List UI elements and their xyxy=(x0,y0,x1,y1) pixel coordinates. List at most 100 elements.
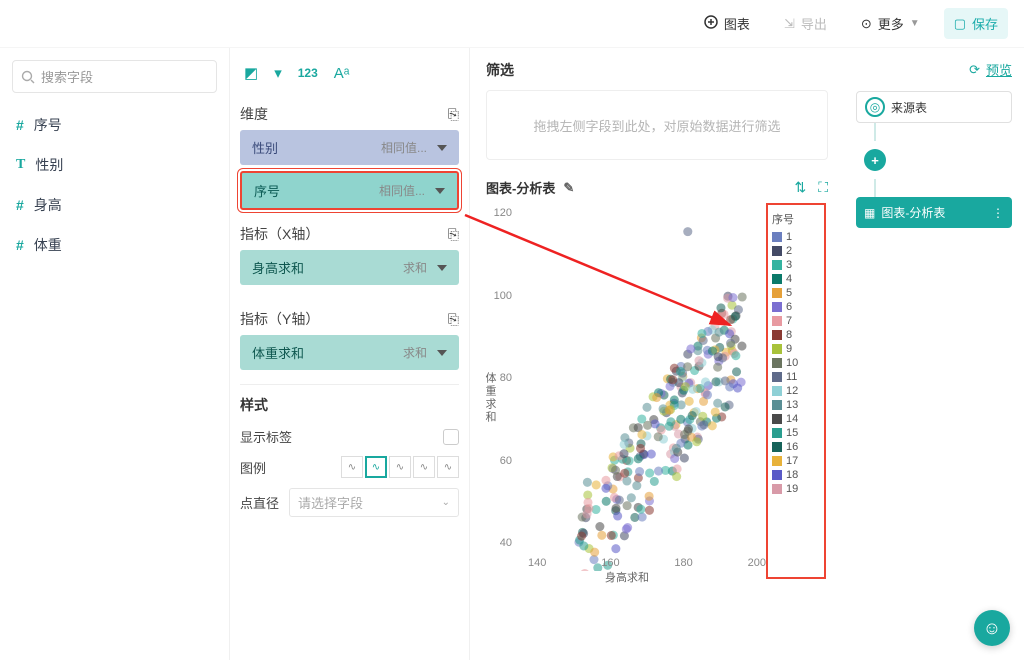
number-field-icon: # xyxy=(16,117,24,133)
legend-item[interactable]: 6 xyxy=(772,301,820,313)
font-style-icon[interactable]: Aᵃ xyxy=(334,65,350,82)
legend-item[interactable]: 19 xyxy=(772,483,820,495)
export-button[interactable]: ⇲ 导出 xyxy=(774,8,837,39)
legend-item[interactable]: 11 xyxy=(772,371,820,383)
legend-title: 序号 xyxy=(772,211,820,227)
chart-node[interactable]: ▦ 图表-分析表 ⋮ xyxy=(856,197,1012,228)
search-placeholder: 搜索字段 xyxy=(41,67,93,86)
legend-item[interactable]: 15 xyxy=(772,427,820,439)
legend-item[interactable]: 4 xyxy=(772,273,820,285)
preview-link[interactable]: ⟳ 预览 xyxy=(856,60,1012,79)
filter-icon[interactable]: ▾ xyxy=(274,64,282,82)
legend-item[interactable]: 14 xyxy=(772,413,820,425)
chevron-down-icon xyxy=(437,145,447,151)
x-measure-pill[interactable]: 身高求和 求和 xyxy=(240,250,459,285)
config-toolbar: ◩ ▾ 123 Aᵃ xyxy=(240,60,459,98)
legend-item[interactable]: 1 xyxy=(772,231,820,243)
save-icon: ▢ xyxy=(954,16,966,32)
x-measure-agg: 求和 xyxy=(403,259,427,276)
legend-swatch xyxy=(772,316,782,326)
field-item[interactable]: T性别 xyxy=(12,145,217,185)
format-number-icon[interactable]: 123 xyxy=(298,66,318,80)
number-field-icon: # xyxy=(16,237,24,253)
field-item[interactable]: # 体重 xyxy=(12,225,217,265)
legend-pos-2[interactable]: ∿ xyxy=(365,456,387,478)
legend-pos-3[interactable]: ∿ xyxy=(389,456,411,478)
dimension-label: 维度 xyxy=(240,104,268,124)
edit-icon[interactable]: ✎ xyxy=(563,180,574,196)
chevron-down-icon xyxy=(437,350,447,356)
legend-item[interactable]: 16 xyxy=(772,441,820,453)
chart-type-icon[interactable]: ◩ xyxy=(244,64,258,82)
expand-icon[interactable]: ⛶ xyxy=(818,179,828,196)
legend-label-text: 图例 xyxy=(240,458,266,477)
y-measure-field: 体重求和 xyxy=(252,343,304,362)
legend-value: 14 xyxy=(786,413,798,425)
legend-value: 3 xyxy=(786,259,792,271)
chart-panel: 筛选 拖拽左侧字段到此处，对原始数据进行筛选 图表-分析表 ✎ ⇅ ⛶ 体重求和… xyxy=(470,48,844,660)
chevron-down-icon: ▼ xyxy=(910,18,920,29)
legend-value: 11 xyxy=(786,371,797,383)
field-label: 体重 xyxy=(34,235,62,255)
help-fab[interactable]: ☺ xyxy=(974,610,1010,646)
legend-pos-4[interactable]: ∿ xyxy=(413,456,435,478)
filter-dropzone[interactable]: 拖拽左侧字段到此处，对原始数据进行筛选 xyxy=(486,90,828,160)
chart-legend: 序号 12345678910111213141516171819 xyxy=(766,203,826,579)
x-tick: 180 xyxy=(674,557,692,569)
legend-item[interactable]: 9 xyxy=(772,343,820,355)
field-label: 身高 xyxy=(34,195,62,215)
field-label: 序号 xyxy=(34,115,62,135)
dimension-gender-hint: 相同值... xyxy=(381,139,427,156)
scatter-plot[interactable]: 体重求和 120100806040 140160180200 身高求和 xyxy=(488,203,766,579)
legend-item[interactable]: 7 xyxy=(772,315,820,327)
top-toolbar: 图表 ⇲ 导出 ⊙ 更多 ▼ ▢ 保存 xyxy=(0,0,1024,48)
search-input[interactable]: 搜索字段 xyxy=(12,60,217,93)
save-button[interactable]: ▢ 保存 xyxy=(944,8,1008,39)
show-label-checkbox[interactable] xyxy=(443,429,459,445)
add-node-button[interactable]: + xyxy=(864,149,886,171)
x-measure-field: 身高求和 xyxy=(252,258,304,277)
legend-value: 4 xyxy=(786,273,792,285)
node-more-icon[interactable]: ⋮ xyxy=(992,206,1004,220)
legend-item[interactable]: 2 xyxy=(772,245,820,257)
field-item[interactable]: #身高 xyxy=(12,185,217,225)
x-tick: 160 xyxy=(601,557,619,569)
clipboard-icon[interactable]: ⎘ xyxy=(448,311,459,328)
legend-position-group: ∿ ∿ ∿ ∿ ∿ xyxy=(341,456,459,478)
dimension-pill-seq[interactable]: 序号 相同值... xyxy=(240,171,459,210)
legend-value: 6 xyxy=(786,301,792,313)
legend-swatch xyxy=(772,484,782,494)
legend-item[interactable]: 10 xyxy=(772,357,820,369)
legend-value: 13 xyxy=(786,399,798,411)
legend-item[interactable]: 18 xyxy=(772,469,820,481)
legend-pos-5[interactable]: ∿ xyxy=(437,456,459,478)
clipboard-icon[interactable]: ⎘ xyxy=(448,106,459,123)
dimension-seq-label: 序号 xyxy=(254,181,280,200)
source-node[interactable]: ◎ 来源表 xyxy=(856,91,1012,123)
radius-select[interactable]: 请选择字段 ⌄ xyxy=(289,488,459,517)
legend-item[interactable]: 8 xyxy=(772,329,820,341)
legend-item[interactable]: 5 xyxy=(772,287,820,299)
more-button[interactable]: ⊙ 更多 ▼ xyxy=(851,8,930,39)
legend-item[interactable]: 17 xyxy=(772,455,820,467)
field-item[interactable]: # 序号 xyxy=(12,105,217,145)
clipboard-icon[interactable]: ⎘ xyxy=(448,226,459,243)
chart-button[interactable]: 图表 xyxy=(694,8,760,39)
legend-item[interactable]: 12 xyxy=(772,385,820,397)
chart-icon: ▦ xyxy=(864,206,875,220)
chevron-down-icon xyxy=(437,265,447,271)
sort-icon[interactable]: ⇅ xyxy=(794,179,806,196)
plus-circle-icon xyxy=(704,15,718,32)
dimension-pill-gender[interactable]: 性别 相同值... xyxy=(240,130,459,165)
field-label: 性别 xyxy=(35,155,63,175)
legend-swatch xyxy=(772,344,782,354)
scatter-points xyxy=(528,203,766,571)
search-icon xyxy=(21,70,35,84)
legend-item[interactable]: 13 xyxy=(772,399,820,411)
source-node-label: 来源表 xyxy=(891,99,927,116)
y-measure-pill[interactable]: 体重求和 求和 xyxy=(240,335,459,370)
legend-item[interactable]: 3 xyxy=(772,259,820,271)
legend-pos-1[interactable]: ∿ xyxy=(341,456,363,478)
legend-swatch xyxy=(772,358,782,368)
legend-swatch xyxy=(772,302,782,312)
